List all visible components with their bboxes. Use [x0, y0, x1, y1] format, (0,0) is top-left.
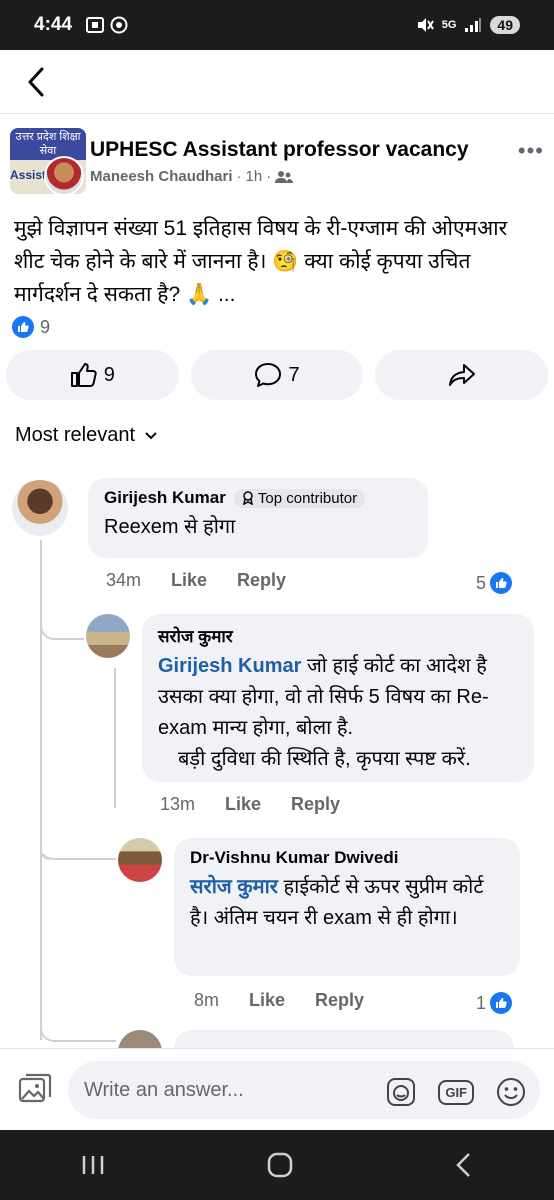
back-arrow-icon	[28, 67, 44, 96]
group-name[interactable]: UPHESC Assistant professor vacancy	[90, 138, 469, 162]
post-header: उत्तर प्रदेश शिक्षा सेवा Assistant UPHES…	[10, 124, 544, 196]
comment-reply-button[interactable]: Reply	[291, 794, 340, 815]
status-bar: 4:44 5G 49	[0, 0, 554, 50]
post-meta: Maneesh Chaudhari · 1h ·	[90, 168, 294, 185]
comment-actions: 8m Like Reply	[194, 990, 364, 1011]
reactions-summary[interactable]: 9	[12, 316, 50, 338]
whatsapp-icon	[110, 16, 128, 34]
mention-link[interactable]: सरोज कुमार	[190, 876, 278, 898]
commenter-avatar[interactable]	[86, 614, 130, 658]
network-type: 5G	[441, 19, 457, 31]
comment-reply-button[interactable]: Reply	[237, 570, 286, 591]
author-avatar[interactable]	[44, 156, 84, 196]
like-reaction-icon	[490, 572, 512, 594]
top-contributor-badge[interactable]: Top contributor	[233, 488, 366, 508]
comment-like-button[interactable]: Like	[171, 570, 207, 591]
commenter-name-row: Girijesh Kumar Top contributor	[104, 488, 412, 508]
comment-sort-dropdown[interactable]: Most relevant	[15, 424, 157, 447]
comment-button[interactable]: 7	[190, 350, 364, 400]
battery-indicator: 49	[490, 16, 520, 34]
reply-comment: सरोज कुमार Girijesh Kumar जो हाई कोर्ट क…	[0, 610, 554, 820]
meta-separator: ·	[266, 168, 272, 185]
answer-composer: Write an answer... GIF	[0, 1048, 554, 1130]
composer-icons: GIF	[386, 1077, 526, 1107]
award-icon	[242, 491, 253, 505]
avatar-sticker-icon[interactable]	[386, 1077, 416, 1107]
share-button[interactable]	[375, 350, 549, 400]
like-count: 9	[103, 363, 115, 386]
status-notification-icons	[86, 16, 128, 34]
app-bar	[0, 50, 554, 114]
chevron-down-icon	[145, 431, 157, 439]
commenter-avatar[interactable]	[118, 838, 162, 882]
photo-button[interactable]	[18, 1073, 52, 1110]
recent-apps-icon[interactable]	[80, 1153, 106, 1177]
group-avatar-banner: उत्तर प्रदेश शिक्षा सेवा	[10, 128, 86, 160]
comment-time[interactable]: 8m	[194, 990, 219, 1011]
comment-text: Reexem से होगा	[104, 516, 236, 538]
system-back-icon[interactable]	[454, 1151, 474, 1179]
share-icon	[448, 364, 475, 386]
reaction-count: 9	[40, 316, 51, 337]
status-time: 4:44	[34, 14, 73, 35]
commenter-avatar[interactable]	[12, 480, 68, 536]
badge-label: Top contributor	[257, 489, 358, 507]
comment-like-button[interactable]: Like	[249, 990, 285, 1011]
mute-icon	[417, 18, 434, 32]
comment-bubble: सरोज कुमार Girijesh Kumar जो हाई कोर्ट क…	[142, 614, 534, 782]
like-reaction-icon	[12, 316, 34, 338]
comment-reaction-count: 1	[475, 992, 486, 1013]
photo-icon	[18, 1073, 52, 1103]
status-right-icons: 5G 49	[416, 16, 520, 34]
comment-count: 7	[288, 363, 300, 386]
post-author[interactable]: Maneesh Chaudhari	[90, 168, 233, 185]
post-text: मुझे विज्ञापन संख्या 51 इतिहास विषय के र…	[14, 217, 508, 306]
members-icon	[275, 170, 294, 183]
comment-bubble: Girijesh Kumar Top contributor Reexem से…	[88, 478, 428, 558]
emoji-icon[interactable]	[496, 1077, 526, 1107]
comment: Girijesh Kumar Top contributor Reexem से…	[0, 470, 554, 600]
home-icon[interactable]	[266, 1151, 294, 1179]
system-nav-bar	[0, 1130, 554, 1200]
comment-actions: 34m Like Reply	[106, 570, 286, 591]
commenter-name[interactable]: सरोज कुमार	[158, 624, 233, 647]
screenshot-icon	[86, 17, 105, 33]
comment-actions: 13m Like Reply	[160, 794, 340, 815]
comment-reply-button[interactable]: Reply	[315, 990, 364, 1011]
comment-reactions[interactable]: 5	[476, 572, 512, 594]
post-actions: 9 7	[6, 350, 549, 400]
post-time[interactable]: 1h	[246, 168, 263, 185]
commenter-name-row: सरोज कुमार	[158, 624, 518, 647]
comment-time[interactable]: 34m	[106, 570, 141, 591]
like-button[interactable]: 9	[6, 350, 179, 400]
comment-text: Girijesh Kumar जो हाई कोर्ट का आदेश है उ…	[158, 651, 518, 744]
comment-like-button[interactable]: Like	[225, 794, 261, 815]
comment-text-continued: बड़ी दुविधा की स्थिति है, कृपया स्पष्ट क…	[178, 748, 471, 770]
more-options-button[interactable]: •••	[518, 138, 544, 164]
comment-reaction-count: 5	[475, 572, 486, 593]
commenter-name[interactable]: Girijesh Kumar	[104, 488, 226, 508]
gif-button[interactable]: GIF	[438, 1079, 474, 1105]
signal-icon	[465, 18, 482, 32]
comment-bubble: Dr-Vishnu Kumar Dwivedi सरोज कुमार हाईको…	[174, 838, 520, 976]
meta-separator: ·	[236, 168, 242, 185]
like-reaction-icon	[490, 992, 512, 1014]
mention-link[interactable]: Girijesh Kumar	[158, 655, 301, 677]
sort-label: Most relevant	[15, 424, 136, 446]
back-button[interactable]	[20, 62, 52, 102]
commenter-name[interactable]: Dr-Vishnu Kumar Dwivedi	[190, 848, 398, 868]
commenter-name-row: Dr-Vishnu Kumar Dwivedi	[190, 848, 504, 868]
thumbs-up-icon	[70, 363, 97, 387]
comment-time[interactable]: 13m	[160, 794, 195, 815]
comment-text: सरोज कुमार हाईकोर्ट से ऊपर सुप्रीम कोर्ट…	[190, 872, 504, 934]
comment-icon	[255, 363, 282, 387]
comment-reactions[interactable]: 1	[476, 992, 512, 1014]
reply-comment: Dr-Vishnu Kumar Dwivedi सरोज कुमार हाईको…	[0, 834, 554, 1024]
